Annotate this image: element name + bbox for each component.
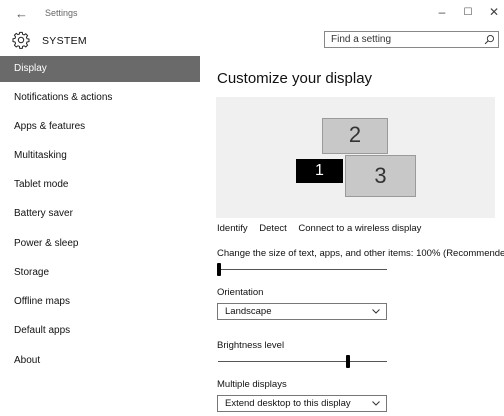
chevron-down-icon: [372, 401, 380, 406]
orientation-value: Landscape: [225, 306, 272, 317]
multiple-displays-value: Extend desktop to this display: [225, 398, 351, 409]
brightness-slider-track[interactable]: [218, 361, 387, 362]
multiple-displays-dropdown[interactable]: Extend desktop to this display: [217, 395, 387, 412]
brightness-label: Brightness level: [217, 340, 285, 351]
sidebar-item-offline-maps[interactable]: Offline maps: [0, 289, 200, 315]
search-input[interactable]: Find a setting: [324, 31, 499, 48]
monitor-number: 1: [315, 162, 324, 179]
sidebar-item-default-apps[interactable]: Default apps: [0, 318, 200, 344]
main-content: Customize your display 2 3 1 Identify De…: [200, 54, 504, 416]
close-button[interactable]: ✕: [484, 5, 504, 19]
sidebar-item-power-sleep[interactable]: Power & sleep: [0, 231, 200, 257]
orientation-label: Orientation: [217, 287, 264, 298]
scale-slider-thumb[interactable]: [217, 263, 221, 276]
sidebar-item-display[interactable]: Display: [0, 56, 200, 82]
monitor-number: 3: [374, 163, 387, 188]
maximize-button[interactable]: ☐: [458, 7, 478, 18]
monitor-2[interactable]: 2: [322, 118, 388, 154]
sidebar-item-notifications[interactable]: Notifications & actions: [0, 85, 200, 111]
sidebar-item-about[interactable]: About: [0, 348, 200, 374]
scale-label: Change the size of text, apps, and other…: [217, 248, 504, 259]
display-actions: Identify Detect Connect to a wireless di…: [217, 223, 430, 234]
connect-wireless-link[interactable]: Connect to a wireless display: [298, 223, 421, 234]
monitor-1-selected[interactable]: 1: [296, 159, 343, 183]
sidebar-item-battery-saver[interactable]: Battery saver: [0, 201, 200, 227]
monitor-number: 2: [348, 122, 362, 147]
sidebar-item-storage[interactable]: Storage: [0, 260, 200, 286]
title-bar: ← Settings – ☐ ✕: [0, 0, 504, 28]
detect-link[interactable]: Detect: [259, 223, 286, 234]
search-placeholder: Find a setting: [331, 34, 392, 45]
scale-slider-track[interactable]: [218, 269, 387, 270]
header: SYSTEM Find a setting: [0, 28, 504, 54]
brightness-slider-thumb[interactable]: [346, 355, 350, 368]
multiple-displays-label: Multiple displays: [217, 379, 287, 390]
gear-icon: [12, 31, 30, 49]
display-arrangement-preview: 2 3 1: [216, 97, 495, 218]
sidebar: Display Notifications & actions Apps & f…: [0, 55, 200, 416]
app-title: Settings: [45, 8, 78, 18]
chevron-down-icon: [372, 309, 380, 314]
sidebar-item-tablet-mode[interactable]: Tablet mode: [0, 172, 200, 198]
minimize-button[interactable]: –: [432, 5, 452, 19]
sidebar-item-multitasking[interactable]: Multitasking: [0, 143, 200, 169]
sidebar-item-apps-features[interactable]: Apps & features: [0, 114, 200, 140]
back-arrow-icon[interactable]: ←: [15, 6, 28, 21]
search-icon[interactable]: [484, 34, 495, 45]
page-title: Customize your display: [217, 70, 373, 87]
identify-link[interactable]: Identify: [217, 223, 248, 234]
monitor-3[interactable]: 3: [345, 155, 416, 197]
section-title: SYSTEM: [42, 35, 87, 47]
orientation-dropdown[interactable]: Landscape: [217, 303, 387, 320]
